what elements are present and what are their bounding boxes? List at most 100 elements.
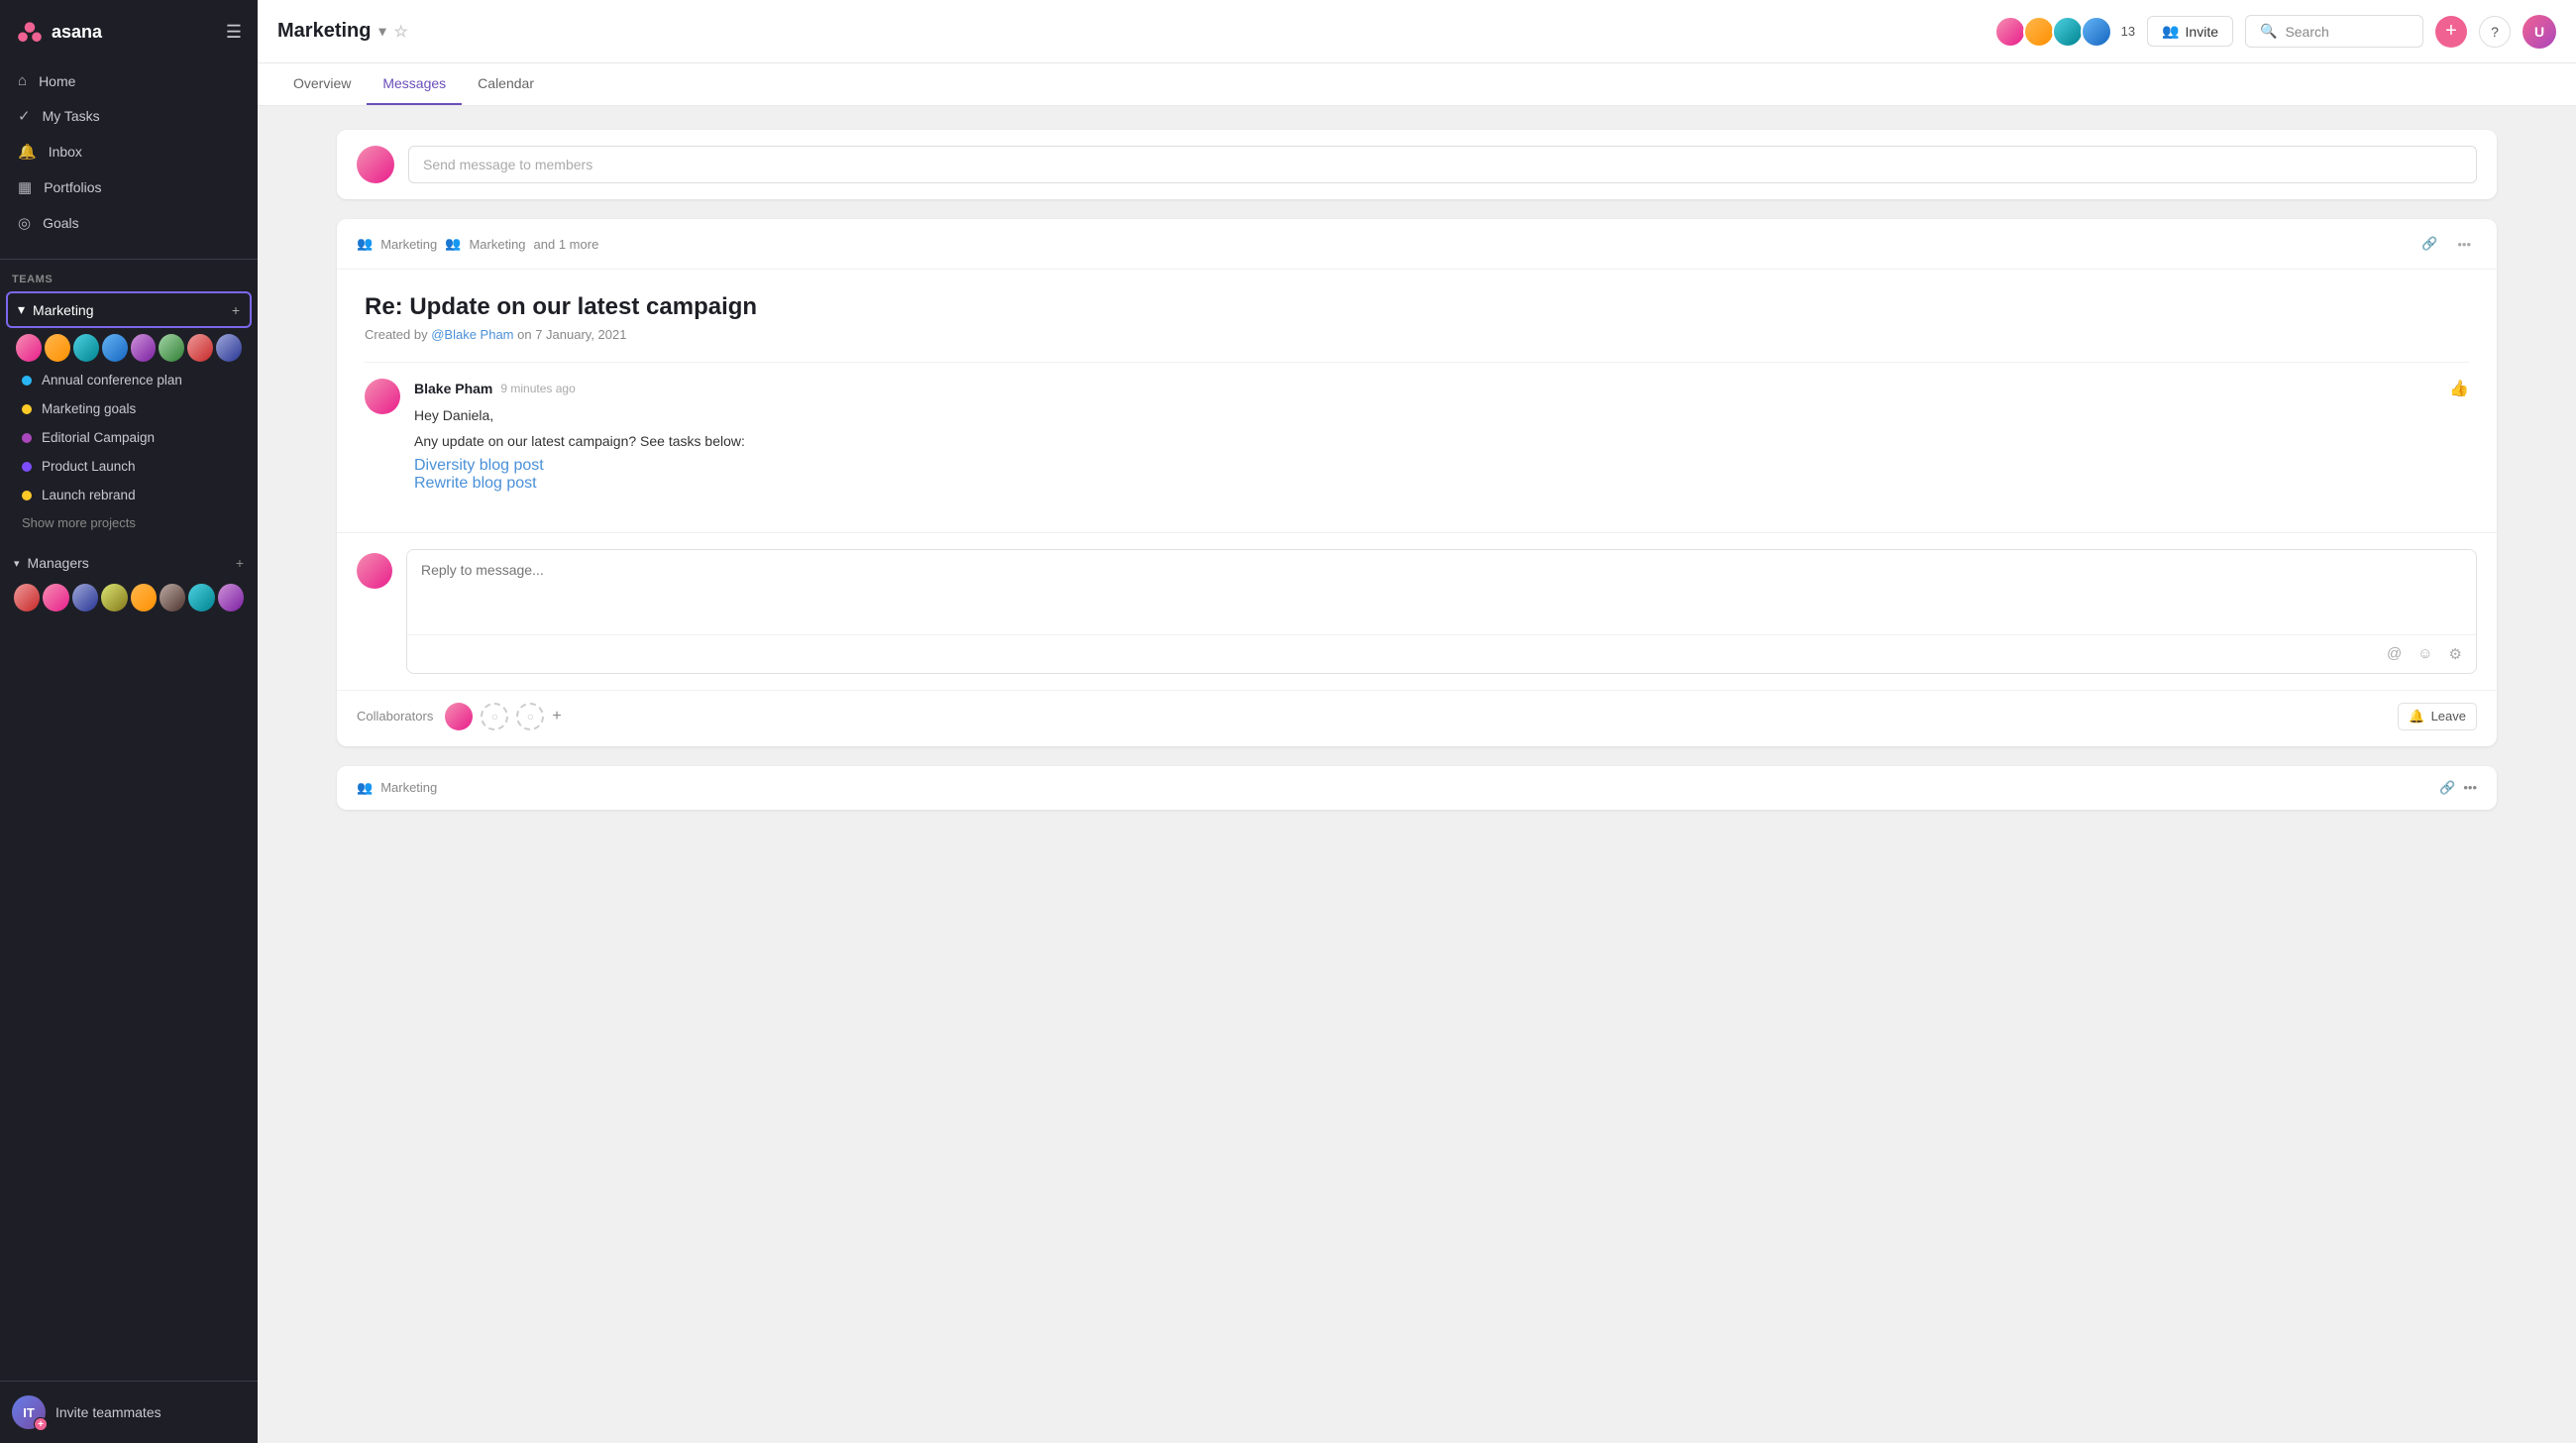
more-icon[interactable]: ••• bbox=[2451, 234, 2477, 255]
invite-teammates[interactable]: IT + Invite teammates bbox=[0, 1381, 258, 1443]
created-by-mention[interactable]: @Blake Pham bbox=[431, 327, 513, 342]
thread-card-2: 👥 Marketing 🔗 ••• bbox=[337, 766, 2497, 810]
avatar bbox=[101, 584, 127, 611]
search-icon: 🔍 bbox=[2260, 23, 2277, 40]
goals-icon: ◎ bbox=[18, 214, 31, 232]
add-collaborator-button[interactable]: + bbox=[552, 708, 561, 725]
tab-messages[interactable]: Messages bbox=[367, 63, 462, 105]
sidebar-divider bbox=[0, 259, 258, 260]
add-team-button[interactable]: + bbox=[232, 302, 240, 318]
project-dot bbox=[22, 462, 32, 472]
task-link-diversity[interactable]: Diversity blog post bbox=[414, 457, 2469, 475]
sidebar-item-goals[interactable]: ◎ Goals bbox=[8, 205, 250, 241]
avatar bbox=[45, 334, 70, 362]
project-dot bbox=[22, 433, 32, 443]
message-header: Blake Pham 9 minutes ago 👍 bbox=[414, 379, 2469, 398]
invite-button[interactable]: 👥 Invite bbox=[2147, 16, 2233, 47]
message-author: Blake Pham bbox=[414, 381, 492, 396]
add-button[interactable]: + bbox=[2435, 16, 2467, 48]
managers-avatars bbox=[4, 578, 254, 615]
content-area: Send message to members 👥 Marketing 👥 Ma… bbox=[258, 106, 2576, 1443]
avatar bbox=[2052, 16, 2084, 48]
like-button[interactable]: 👍 bbox=[2449, 379, 2469, 398]
leave-button[interactable]: 🔔 Leave bbox=[2398, 703, 2477, 730]
sidebar-item-label: Inbox bbox=[49, 144, 82, 160]
emoji-icon[interactable]: ☺ bbox=[2414, 641, 2436, 666]
main: Marketing ▾ ☆ 13 👥 Invite 🔍 Search + ? U… bbox=[258, 0, 2576, 1443]
people-icon: 👥 bbox=[2162, 23, 2179, 40]
project-item-annual-conference[interactable]: Annual conference plan bbox=[6, 366, 252, 394]
tab-overview[interactable]: Overview bbox=[277, 63, 367, 105]
sidebar-item-inbox[interactable]: 🔔 Inbox bbox=[8, 134, 250, 169]
thread-recipient1: Marketing bbox=[380, 237, 437, 252]
sidebar-item-label: Portfolios bbox=[44, 179, 101, 195]
leave-label: Leave bbox=[2431, 709, 2466, 723]
help-button[interactable]: ? bbox=[2479, 16, 2511, 48]
tab-calendar[interactable]: Calendar bbox=[462, 63, 550, 105]
sidebar-item-label: My Tasks bbox=[43, 108, 100, 124]
asana-logo-text: asana bbox=[52, 22, 102, 43]
reply-avatar bbox=[357, 553, 392, 589]
avatar bbox=[2023, 16, 2055, 48]
asana-logo-icon bbox=[16, 18, 44, 46]
project-item-product-launch[interactable]: Product Launch bbox=[6, 452, 252, 481]
compose-placeholder: Send message to members bbox=[423, 157, 592, 172]
project-label: Launch rebrand bbox=[42, 488, 136, 502]
star-icon[interactable]: ☆ bbox=[394, 22, 408, 42]
message-avatar bbox=[365, 379, 400, 414]
people-icon2: 👥 bbox=[445, 236, 461, 252]
thread-header: 👥 Marketing 👥 Marketing and 1 more 🔗 ••• bbox=[337, 219, 2497, 270]
chart-icon: ▦ bbox=[18, 178, 32, 196]
settings-icon[interactable]: ⚙ bbox=[2445, 641, 2466, 667]
tabs-bar: Overview Messages Calendar bbox=[258, 63, 2576, 106]
team-avatars bbox=[6, 328, 252, 366]
more-icon2[interactable]: ••• bbox=[2463, 780, 2477, 795]
avatar bbox=[131, 334, 157, 362]
message-body: Any update on our latest campaign? See t… bbox=[414, 430, 2469, 452]
avatar bbox=[216, 334, 242, 362]
message-content: Blake Pham 9 minutes ago 👍 Hey Daniela, … bbox=[414, 379, 2469, 493]
add-managers-team-button[interactable]: + bbox=[236, 555, 244, 571]
collaborators-row: Collaborators ○ ○ + 🔔 Leave bbox=[337, 690, 2497, 746]
hamburger-icon[interactable]: ☰ bbox=[226, 22, 242, 43]
mention-icon[interactable]: @ bbox=[2383, 641, 2406, 666]
thread-meta: Created by @Blake Pham on 7 January, 202… bbox=[365, 327, 2469, 342]
asana-logo[interactable]: asana bbox=[16, 18, 102, 46]
project-item-launch-rebrand[interactable]: Launch rebrand bbox=[6, 481, 252, 509]
sidebar-nav: ⌂ Home ✓ My Tasks 🔔 Inbox ▦ Portfolios ◎… bbox=[0, 59, 258, 245]
marketing-team-header[interactable]: ▾ Marketing + bbox=[6, 291, 252, 328]
people-icon3: 👥 bbox=[357, 780, 373, 796]
sidebar: asana ☰ ⌂ Home ✓ My Tasks 🔔 Inbox ▦ Port… bbox=[0, 0, 258, 1443]
project-label: Marketing goals bbox=[42, 401, 136, 416]
managers-team-name: Managers bbox=[28, 555, 228, 571]
sidebar-item-portfolios[interactable]: ▦ Portfolios bbox=[8, 169, 250, 205]
chevron-down-icon[interactable]: ▾ bbox=[378, 23, 385, 40]
people-icon: 👥 bbox=[357, 236, 373, 252]
task-link-rewrite[interactable]: Rewrite blog post bbox=[414, 475, 2469, 493]
user-avatar[interactable]: U bbox=[2522, 15, 2556, 49]
project-item-marketing-goals[interactable]: Marketing goals bbox=[6, 394, 252, 423]
compose-input[interactable]: Send message to members bbox=[408, 146, 2477, 183]
avatar bbox=[16, 334, 42, 362]
project-item-editorial-campaign[interactable]: Editorial Campaign bbox=[6, 423, 252, 452]
link-icon[interactable]: 🔗 bbox=[2415, 233, 2443, 255]
sidebar-item-label: Home bbox=[39, 73, 75, 89]
thread-recipient-extra: and 1 more bbox=[534, 237, 599, 252]
show-more-projects[interactable]: Show more projects bbox=[6, 509, 252, 536]
managers-team-header[interactable]: ▾ Managers + bbox=[4, 548, 254, 578]
reply-input[interactable] bbox=[407, 550, 2476, 629]
link-icon2[interactable]: 🔗 bbox=[2439, 780, 2455, 796]
sidebar-item-my-tasks[interactable]: ✓ My Tasks bbox=[8, 98, 250, 134]
chevron-down-icon: ▾ bbox=[14, 557, 20, 570]
topbar-title: Marketing ▾ ☆ bbox=[277, 20, 408, 43]
thread-title: Re: Update on our latest campaign bbox=[365, 293, 2469, 321]
collaborators-label: Collaborators bbox=[357, 709, 433, 723]
sidebar-item-home[interactable]: ⌂ Home bbox=[8, 63, 250, 98]
avatar bbox=[72, 584, 98, 611]
topbar-avatars: 13 bbox=[1994, 16, 2135, 48]
created-by-suffix: on 7 January, 2021 bbox=[517, 327, 626, 342]
thread-recipient2: Marketing bbox=[469, 237, 525, 252]
reply-inner: @ ☺ ⚙ bbox=[357, 549, 2477, 674]
search-bar[interactable]: 🔍 Search bbox=[2245, 15, 2423, 48]
invite-label: Invite bbox=[2186, 24, 2218, 40]
